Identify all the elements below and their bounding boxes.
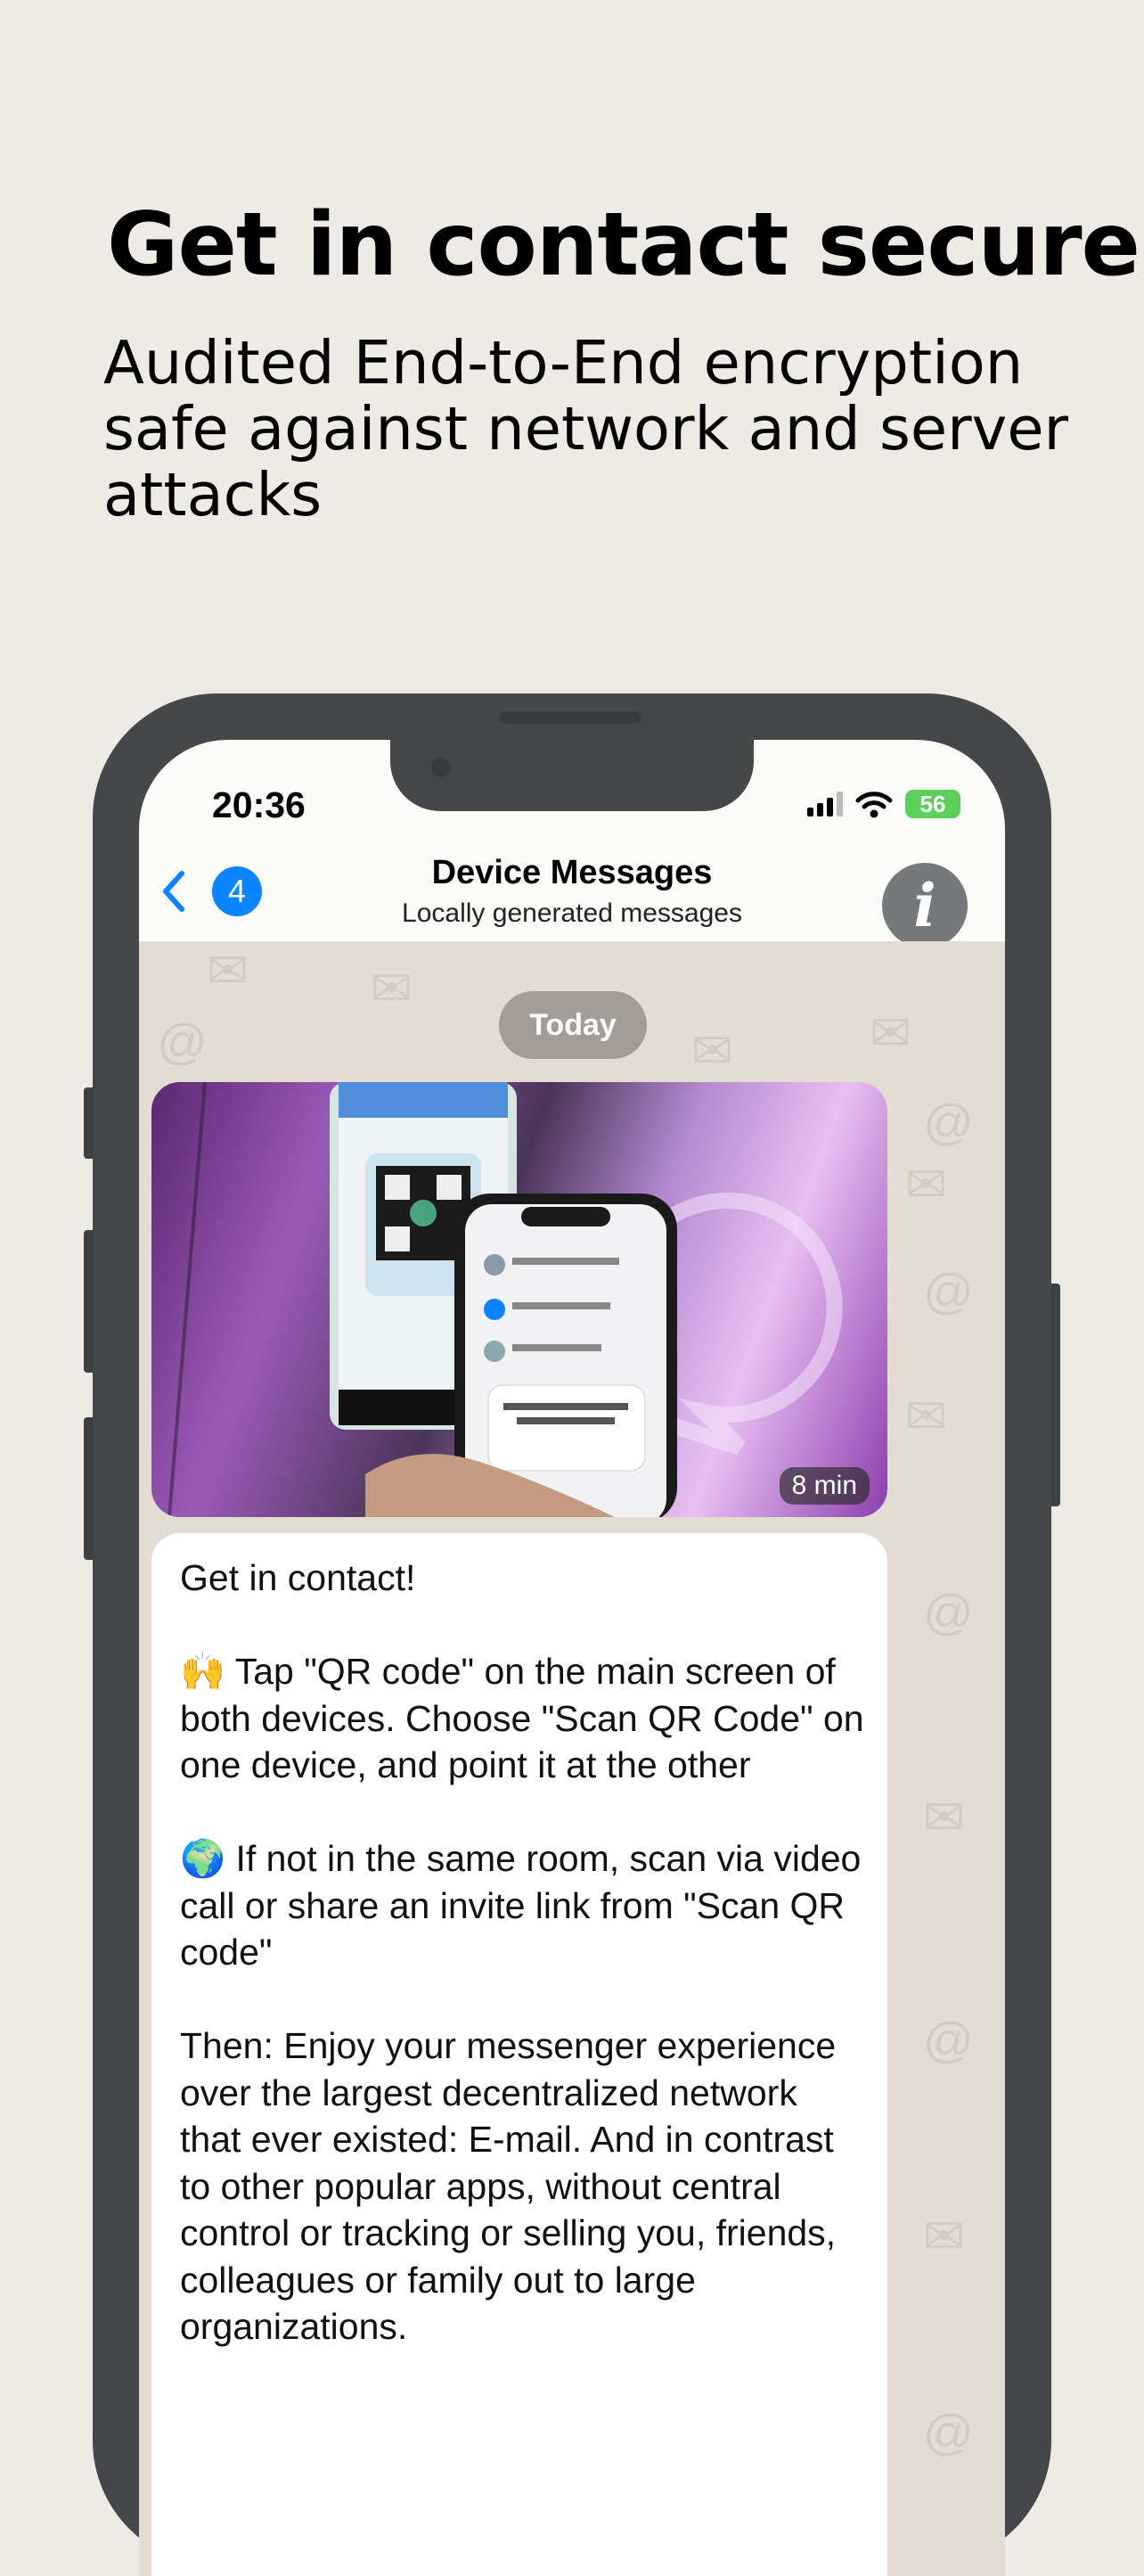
wallpaper-at-icon: @	[923, 1094, 974, 1150]
chat-area[interactable]: ✉ ✉ ✉ ✉ @ @ ✉ @ ✉ @ ✉ @ ✉ @ Today 8 min …	[139, 941, 1005, 2576]
wallpaper-mail-icon: ✉	[923, 2208, 965, 2264]
day-separator: Today	[499, 991, 647, 1059]
wallpaper-at-icon: @	[923, 1584, 974, 1640]
wallpaper-at-icon: @	[923, 2404, 974, 2460]
wallpaper-at-icon: @	[923, 1263, 974, 1319]
wallpaper-mail-icon: ✉	[905, 1156, 947, 1212]
wallpaper-mail-icon: ✉	[923, 1789, 965, 1845]
phone-screen: 20:36 56 4 Device Messages Locally gener…	[139, 740, 1005, 2576]
front-camera	[431, 758, 451, 777]
wallpaper-mail-icon: ✉	[691, 1022, 733, 1079]
message-bubble[interactable]: Get in contact! 🙌 Tap "QR code" on the m…	[151, 1533, 887, 2576]
video-message[interactable]: 8 min	[151, 1082, 887, 1517]
wallpaper-at-icon: @	[923, 2012, 974, 2068]
status-icons: 56	[807, 790, 960, 818]
chat-title[interactable]: Device Messages	[139, 854, 1005, 892]
wallpaper-mail-icon: ✉	[870, 1005, 911, 1061]
promo-headline: Get in contact secure	[107, 194, 1140, 296]
phone-frame: 20:36 56 4 Device Messages Locally gener…	[93, 693, 1051, 2576]
info-icon[interactable]: i	[882, 863, 968, 948]
notch	[390, 740, 754, 811]
signal-icon	[807, 792, 843, 816]
wallpaper-mail-icon: ✉	[207, 942, 249, 998]
video-duration-badge: 8 min	[779, 1467, 870, 1505]
chat-navbar: 4 Device Messages Locally generated mess…	[139, 827, 1005, 948]
status-time: 20:36	[212, 784, 306, 825]
speaker-grille	[499, 711, 641, 724]
wallpaper-at-icon: @	[157, 1013, 208, 1070]
wallpaper-mail-icon: ✉	[905, 1388, 947, 1444]
wifi-icon	[855, 792, 893, 818]
video-thumbnail	[168, 1082, 843, 1517]
chat-subtitle: Locally generated messages	[402, 898, 742, 928]
battery-icon: 56	[905, 790, 960, 818]
message-text: Get in contact! 🙌 Tap "QR code" on the m…	[180, 1557, 864, 2347]
promo-subheadline: Audited End-to-End encryption safe again…	[103, 328, 1069, 529]
wallpaper-mail-icon: ✉	[371, 960, 413, 1016]
